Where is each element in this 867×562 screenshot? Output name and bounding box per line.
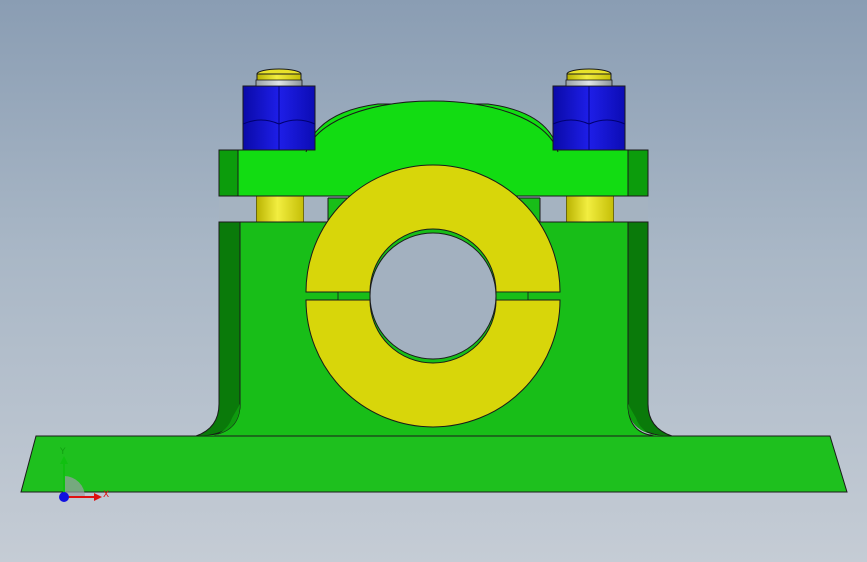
left-washer bbox=[255, 79, 303, 87]
housing-right-side-face bbox=[627, 221, 673, 437]
right-nut-assembly[interactable] bbox=[552, 68, 626, 151]
y-axis-label: Y bbox=[59, 447, 66, 457]
base-plate[interactable] bbox=[20, 435, 848, 493]
cap-housing-gap-mid-left bbox=[304, 196, 328, 222]
cap-dome-arc bbox=[305, 100, 559, 153]
cad-viewport[interactable]: Y X bbox=[0, 0, 867, 562]
housing-left-side-face bbox=[195, 221, 241, 437]
left-nut-assembly[interactable] bbox=[242, 68, 316, 151]
left-stud[interactable] bbox=[255, 195, 305, 223]
cap-flange-left-face bbox=[218, 149, 239, 197]
shaft-bore bbox=[369, 232, 497, 360]
cap-flange-right-face bbox=[627, 149, 649, 197]
shell-split-gap-left bbox=[337, 291, 371, 301]
shell-split-gap-right bbox=[495, 291, 529, 301]
right-stud[interactable] bbox=[565, 195, 615, 223]
right-washer bbox=[565, 79, 613, 87]
z-axis-dot bbox=[59, 492, 69, 502]
cap-housing-gap-mid-right bbox=[540, 196, 566, 222]
cap-housing-gap-left bbox=[219, 196, 256, 222]
cap-housing-gap-right bbox=[614, 196, 648, 222]
pillow-block-model[interactable]: Y X bbox=[0, 0, 867, 562]
x-axis-label: X bbox=[103, 490, 109, 500]
x-axis-arrow bbox=[94, 493, 102, 501]
